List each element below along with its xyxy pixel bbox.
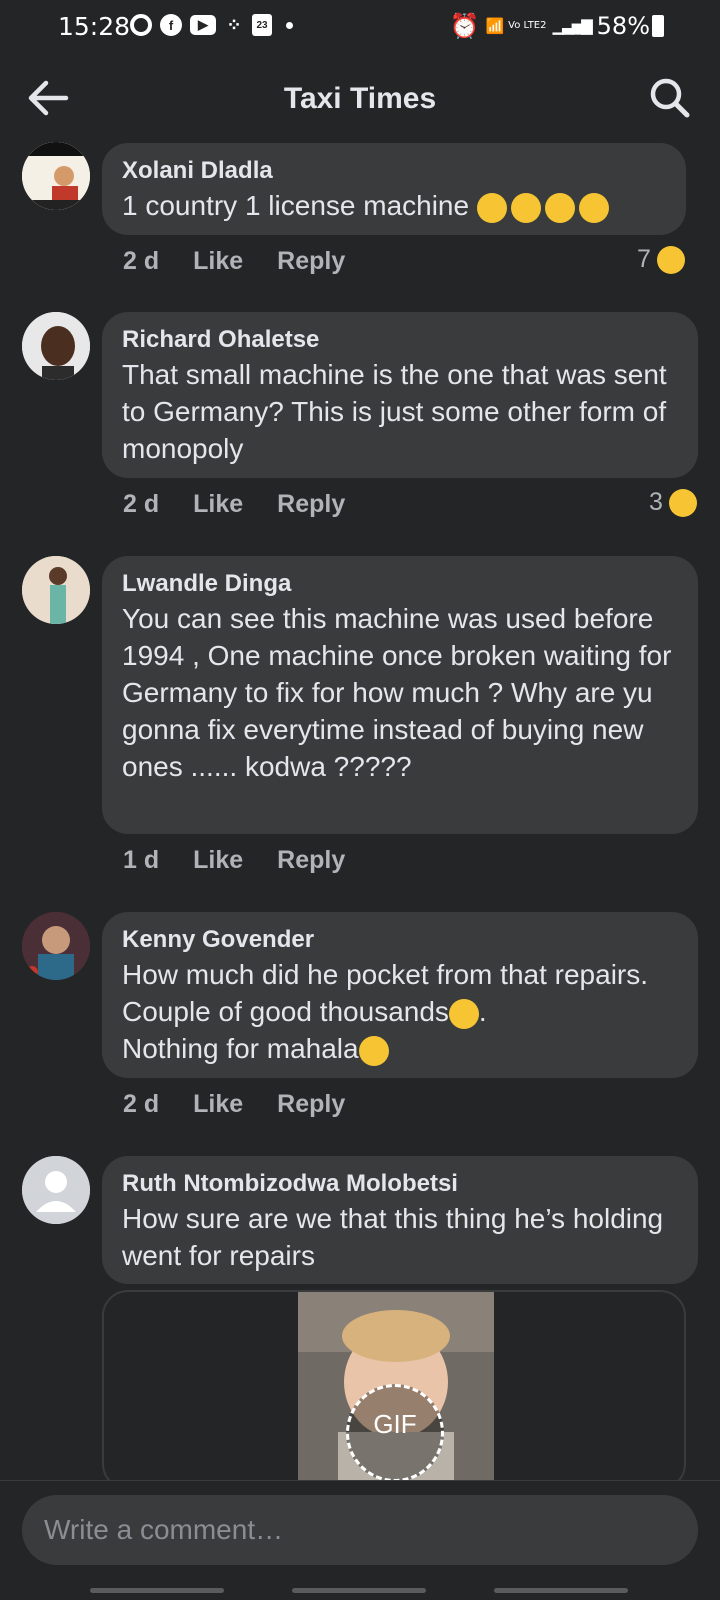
battery-percent: 58% <box>596 12 650 40</box>
youtube-icon: ▶ <box>190 15 216 35</box>
alarm-icon: ⏰ <box>449 12 480 40</box>
reaction-summary[interactable]: 7 <box>637 245 685 274</box>
like-button[interactable]: Like <box>193 846 243 875</box>
system-nav-bar <box>0 1577 720 1600</box>
comment-bubble[interactable]: Kenny Govender How much did he pocket fr… <box>102 912 698 1078</box>
avatar-image <box>22 312 90 380</box>
comment-time: 2 d <box>123 490 160 518</box>
laughing-emoji-icon <box>668 488 697 517</box>
like-button[interactable]: Like <box>193 1090 243 1119</box>
comment-text: You can see this machine was used before… <box>122 603 672 782</box>
notification-icons: f ▶ ⁘ 23 <box>130 14 293 36</box>
avatar-image <box>22 912 90 980</box>
reply-button[interactable]: Reply <box>277 1090 345 1119</box>
gif-attachment[interactable]: GIF <box>102 1290 686 1480</box>
opera-icon <box>130 14 152 36</box>
search-button[interactable] <box>648 76 692 120</box>
facebook-icon: f <box>160 14 182 36</box>
battery-icon <box>652 15 664 37</box>
nav-recent-button[interactable] <box>90 1588 224 1593</box>
reaction-count: 7 <box>637 245 651 273</box>
comments-list: Xolani Dladla 1 country 1 license machin… <box>0 140 720 1480</box>
nav-back-button[interactable] <box>494 1588 628 1593</box>
avatar-image <box>22 142 90 210</box>
rolling-laughing-emoji-icon <box>578 192 609 223</box>
comment-text-period: . <box>478 996 487 1027</box>
eye-roll-emoji-icon <box>358 1035 389 1066</box>
comment-author[interactable]: Ruth Ntombizodwa Molobetsi <box>122 1168 678 1200</box>
comment-text: How sure are we that this thing he’s hol… <box>122 1203 664 1271</box>
reply-button[interactable]: Reply <box>277 247 345 276</box>
comment-author[interactable]: Lwandle Dinga <box>122 568 678 600</box>
status-time: 15:28 <box>58 12 131 41</box>
more-notifications-dot <box>286 21 293 29</box>
comment-author[interactable]: Xolani Dladla <box>122 155 666 187</box>
comment-text: That small machine is the one that was s… <box>122 359 667 464</box>
comment-actions: 2 d Like Reply <box>123 490 345 519</box>
comment-composer <box>0 1480 720 1600</box>
nav-home-button[interactable] <box>292 1588 426 1593</box>
comment-author[interactable]: Kenny Govender <box>122 924 678 956</box>
reaction-count: 3 <box>649 488 663 516</box>
reply-button[interactable]: Reply <box>277 490 345 519</box>
thinking-emoji-icon <box>448 998 479 1029</box>
reaction-summary[interactable]: 3 <box>649 488 697 517</box>
comment-author[interactable]: Richard Ohaletse <box>122 324 678 356</box>
gif-badge: GIF <box>346 1384 444 1480</box>
avatar[interactable] <box>22 556 90 624</box>
apps-icon: ⁘ <box>226 14 242 35</box>
comment-time: 1 d <box>123 846 160 874</box>
comment-actions: 1 d Like Reply <box>123 846 345 875</box>
comment-text: 1 country 1 license machine <box>122 187 666 224</box>
comment-input[interactable] <box>22 1495 698 1565</box>
comment-bubble[interactable]: Lwandle Dinga You can see this machine w… <box>102 556 698 834</box>
comment-actions: 2 d Like Reply <box>123 247 345 276</box>
comment-time: 2 d <box>123 1090 160 1118</box>
wifi-icon: 📶 <box>485 17 504 35</box>
rolling-laughing-emoji-icon <box>544 192 575 223</box>
rolling-laughing-emoji-icon <box>510 192 541 223</box>
avatar[interactable] <box>22 912 90 980</box>
reply-button[interactable]: Reply <box>277 846 345 875</box>
default-avatar-icon <box>22 1156 90 1224</box>
rolling-laughing-emoji-icon <box>476 192 507 223</box>
laughing-emoji-icon <box>656 245 685 274</box>
like-button[interactable]: Like <box>193 247 243 276</box>
comment-bubble[interactable]: Xolani Dladla 1 country 1 license machin… <box>102 143 686 235</box>
comment-text-content: How much did he pocket from that repairs… <box>122 959 649 1027</box>
app-header: Taxi Times <box>0 56 720 140</box>
avatar[interactable] <box>22 312 90 380</box>
avatar[interactable] <box>22 142 90 210</box>
like-button[interactable]: Like <box>193 490 243 519</box>
search-icon <box>650 78 690 118</box>
page-title: Taxi Times <box>283 82 437 115</box>
status-bar: 15:28 f ▶ ⁘ 23 ⏰ 📶 Vo LTE2 ▁▃▅▇ 58% <box>0 0 720 56</box>
comment-bubble[interactable]: Richard Ohaletse That small machine is t… <box>102 312 698 478</box>
calendar-icon: 23 <box>252 14 272 36</box>
comment-text-content: Nothing for mahala <box>122 1033 359 1064</box>
comment-time: 2 d <box>123 247 160 275</box>
comment-actions: 2 d Like Reply <box>123 1090 345 1119</box>
signal-icon: ▁▃▅▇ <box>552 17 593 35</box>
comment-bubble[interactable]: Ruth Ntombizodwa Molobetsi How sure are … <box>102 1156 698 1284</box>
avatar-image <box>22 556 90 624</box>
comment-text: How much did he pocket from that repairs… <box>122 956 678 1067</box>
volte-label: Vo LTE2 <box>508 20 547 31</box>
avatar[interactable] <box>22 1156 90 1224</box>
system-status: ⏰ 📶 Vo LTE2 ▁▃▅▇ 58% <box>450 12 650 40</box>
comment-text-content: 1 country 1 license machine <box>122 190 470 221</box>
